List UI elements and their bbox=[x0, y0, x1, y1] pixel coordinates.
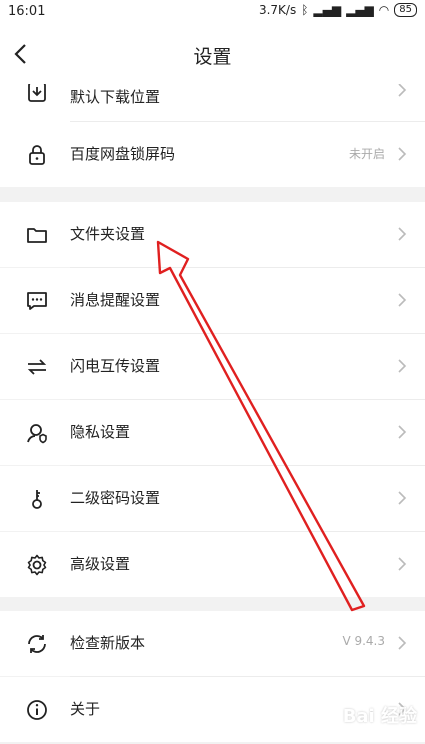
chevron-right-icon bbox=[398, 227, 407, 241]
transfer-arrows-icon bbox=[27, 359, 47, 375]
row-label: 隐私设置 bbox=[70, 423, 131, 441]
lock-icon bbox=[29, 145, 45, 165]
settings-row-privacy[interactable]: 隐私设置 bbox=[0, 400, 425, 465]
wifi-icon: ◠ bbox=[378, 3, 390, 17]
row-label: 默认下载位置 bbox=[70, 88, 161, 106]
settings-row-folder[interactable]: 文件夹设置 bbox=[0, 202, 425, 267]
chevron-right-icon bbox=[398, 557, 407, 571]
chevron-right-icon bbox=[398, 636, 407, 650]
status-bar: 16:01 3.7K/s ᛒ ▂▄▆ ▂▄▆ ◠ 85 bbox=[0, 0, 425, 24]
message-icon bbox=[27, 292, 47, 310]
info-icon bbox=[27, 700, 47, 720]
status-right: 3.7K/s ᛒ ▂▄▆ ▂▄▆ ◠ 85 bbox=[259, 3, 417, 17]
network-speed: 3.7K/s bbox=[258, 3, 297, 17]
chevron-right-icon bbox=[398, 491, 407, 505]
bluetooth-icon: ᛒ bbox=[301, 3, 309, 17]
folder-icon bbox=[27, 228, 47, 243]
chevron-right-icon bbox=[398, 83, 407, 97]
settings-row-second-password[interactable]: 二级密码设置 bbox=[0, 466, 425, 531]
version-value: V 9.4.3 bbox=[342, 634, 385, 648]
gear-icon bbox=[27, 554, 47, 576]
refresh-icon bbox=[28, 635, 46, 653]
chevron-right-icon bbox=[398, 293, 407, 307]
watermark: Bai 经验 bbox=[342, 706, 417, 727]
row-label: 二级密码设置 bbox=[70, 489, 161, 507]
settings-row-transfer[interactable]: 闪电互传设置 bbox=[0, 334, 425, 399]
chevron-right-icon bbox=[398, 359, 407, 373]
key-icon bbox=[32, 490, 42, 509]
row-label: 文件夹设置 bbox=[70, 225, 146, 243]
settings-row-message[interactable]: 消息提醒设置 bbox=[0, 268, 425, 333]
status-time: 16:01 bbox=[8, 4, 46, 19]
signal-icon: ▂▄▆ bbox=[313, 3, 342, 17]
chevron-right-icon bbox=[398, 425, 407, 439]
row-label: 百度网盘锁屏码 bbox=[70, 145, 176, 163]
row-label: 关于 bbox=[70, 700, 101, 718]
settings-row-check-update[interactable]: 检查新版本 V 9.4.3 bbox=[0, 611, 425, 676]
row-label: 消息提醒设置 bbox=[70, 291, 161, 309]
settings-row-advanced[interactable]: 高级设置 bbox=[0, 532, 425, 597]
chevron-right-icon bbox=[398, 147, 407, 161]
header-foreground: 设置 bbox=[0, 24, 425, 84]
settings-row-lock-code[interactable]: 百度网盘锁屏码 未开启 bbox=[0, 122, 425, 187]
row-value: 未开启 bbox=[348, 147, 385, 161]
privacy-person-icon bbox=[27, 424, 47, 444]
battery-icon: 85 bbox=[394, 3, 417, 17]
row-label: 高级设置 bbox=[70, 555, 131, 573]
row-label: 检查新版本 bbox=[70, 634, 146, 652]
signal-icon-2: ▂▄▆ bbox=[346, 3, 374, 17]
header-title: 设置 bbox=[193, 46, 232, 68]
row-label: 闪电互传设置 bbox=[70, 357, 161, 375]
